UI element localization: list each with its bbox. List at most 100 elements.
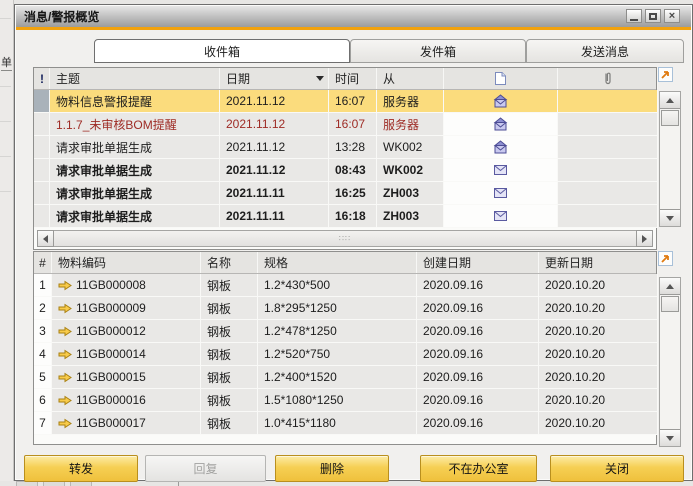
item-name-cell[interactable]: 钢板: [201, 320, 258, 343]
attachment-cell[interactable]: [558, 113, 658, 136]
subject-cell[interactable]: 请求审批单据生成: [50, 182, 220, 205]
message-state-cell[interactable]: [444, 90, 558, 113]
spec-cell[interactable]: 1.8*295*1250: [258, 297, 417, 320]
created-cell[interactable]: 2020.09.16: [417, 274, 539, 297]
col-header-item-code[interactable]: 物料编码: [52, 252, 201, 273]
item-name-cell[interactable]: 钢板: [201, 389, 258, 412]
spec-cell[interactable]: 1.2*520*750: [258, 343, 417, 366]
time-cell[interactable]: 13:28: [329, 136, 377, 159]
attachment-cell[interactable]: [558, 205, 658, 228]
link-arrow-icon[interactable]: [58, 418, 72, 429]
spec-cell[interactable]: 1.0*415*1180: [258, 412, 417, 435]
item-row[interactable]: 3 11GB000012 钢板 1.2*478*1250 2020.09.16 …: [34, 320, 656, 343]
inbox-row[interactable]: 请求审批单据生成 2021.11.11 16:25 ZH003: [34, 182, 656, 205]
inbox-row[interactable]: 物料信息警报提醒 2021.11.12 16:07 服务器: [34, 90, 656, 113]
col-header-item-name[interactable]: 名称: [201, 252, 258, 273]
message-state-cell[interactable]: [444, 113, 558, 136]
item-row[interactable]: 2 11GB000009 钢板 1.8*295*1250 2020.09.16 …: [34, 297, 656, 320]
col-header-date[interactable]: 日期: [220, 68, 329, 89]
item-code-cell[interactable]: 11GB000015: [52, 366, 201, 389]
item-row[interactable]: 7 11GB000017 钢板 1.0*415*1180 2020.09.16 …: [34, 412, 656, 435]
row-selector-cell[interactable]: [34, 182, 50, 205]
updated-cell[interactable]: 2020.10.20: [539, 412, 658, 435]
from-cell[interactable]: ZH003: [377, 205, 444, 228]
attachment-cell[interactable]: [558, 136, 658, 159]
from-cell[interactable]: ZH003: [377, 182, 444, 205]
attachment-cell[interactable]: [558, 90, 658, 113]
scroll-up-button[interactable]: [660, 92, 680, 109]
item-code-cell[interactable]: 11GB000016: [52, 389, 201, 412]
updated-cell[interactable]: 2020.10.20: [539, 343, 658, 366]
date-cell[interactable]: 2021.11.12: [220, 159, 329, 182]
inbox-row[interactable]: 请求审批单据生成 2021.11.12 08:43 WK002: [34, 159, 656, 182]
scrollbar-thumb[interactable]: [661, 110, 679, 126]
item-code-cell[interactable]: 11GB000009: [52, 297, 201, 320]
col-header-created[interactable]: 创建日期: [417, 252, 539, 273]
attachment-cell[interactable]: [558, 182, 658, 205]
inbox-row[interactable]: 1.1.7_未审核BOM提醒 2021.11.12 16:07 服务器: [34, 113, 656, 136]
reply-button[interactable]: 回复: [145, 455, 266, 482]
item-name-cell[interactable]: 钢板: [201, 366, 258, 389]
date-cell[interactable]: 2021.11.12: [220, 113, 329, 136]
link-arrow-icon[interactable]: [58, 349, 72, 360]
item-code-cell[interactable]: 11GB000008: [52, 274, 201, 297]
col-header-subject[interactable]: 主题: [50, 68, 220, 89]
message-state-cell[interactable]: [444, 205, 558, 228]
message-state-cell[interactable]: [444, 182, 558, 205]
row-selector-cell[interactable]: [34, 136, 50, 159]
scroll-up-button[interactable]: [660, 278, 680, 295]
spec-cell[interactable]: 1.2*478*1250: [258, 320, 417, 343]
item-code-cell[interactable]: 11GB000017: [52, 412, 201, 435]
row-selector-cell[interactable]: [34, 205, 50, 228]
spec-cell[interactable]: 1.2*400*1520: [258, 366, 417, 389]
time-cell[interactable]: 16:07: [329, 90, 377, 113]
item-row[interactable]: 6 11GB000016 钢板 1.5*1080*1250 2020.09.16…: [34, 389, 656, 412]
scroll-down-button[interactable]: [660, 429, 680, 446]
inbox-horizontal-scrollbar[interactable]: ∷∷: [37, 230, 653, 247]
maximize-button[interactable]: [645, 9, 661, 23]
item-name-cell[interactable]: 钢板: [201, 297, 258, 320]
tab-inbox[interactable]: 收件箱: [94, 39, 350, 63]
scroll-left-button[interactable]: [37, 230, 54, 247]
col-header-attachment[interactable]: [558, 68, 658, 89]
col-header-from[interactable]: 从: [377, 68, 444, 89]
scroll-down-button[interactable]: [660, 209, 680, 226]
col-header-updated[interactable]: 更新日期: [539, 252, 658, 273]
from-cell[interactable]: 服务器: [377, 113, 444, 136]
created-cell[interactable]: 2020.09.16: [417, 297, 539, 320]
subject-cell[interactable]: 物料信息警报提醒: [50, 90, 220, 113]
item-row[interactable]: 4 11GB000014 钢板 1.2*520*750 2020.09.16 2…: [34, 343, 656, 366]
out-of-office-button[interactable]: 不在办公室: [420, 455, 537, 482]
date-cell[interactable]: 2021.11.11: [220, 205, 329, 228]
created-cell[interactable]: 2020.09.16: [417, 343, 539, 366]
link-arrow-icon[interactable]: [58, 395, 72, 406]
row-selector-cell[interactable]: [34, 113, 50, 136]
time-cell[interactable]: 16:18: [329, 205, 377, 228]
date-cell[interactable]: 2021.11.11: [220, 182, 329, 205]
item-row[interactable]: 5 11GB000015 钢板 1.2*400*1520 2020.09.16 …: [34, 366, 656, 389]
from-cell[interactable]: WK002: [377, 136, 444, 159]
subject-cell[interactable]: 请求审批单据生成: [50, 136, 220, 159]
scrollbar-thumb[interactable]: ∷∷: [54, 230, 636, 247]
updated-cell[interactable]: 2020.10.20: [539, 274, 658, 297]
subject-cell[interactable]: 请求审批单据生成: [50, 205, 220, 228]
col-header-index[interactable]: #: [34, 252, 52, 273]
date-cell[interactable]: 2021.11.12: [220, 90, 329, 113]
created-cell[interactable]: 2020.09.16: [417, 366, 539, 389]
inbox-expand-button[interactable]: [658, 67, 673, 82]
updated-cell[interactable]: 2020.10.20: [539, 366, 658, 389]
item-name-cell[interactable]: 钢板: [201, 412, 258, 435]
subject-cell[interactable]: 1.1.7_未审核BOM提醒: [50, 113, 220, 136]
inbox-vertical-scrollbar[interactable]: [659, 91, 681, 227]
message-state-cell[interactable]: [444, 159, 558, 182]
forward-button[interactable]: 转发: [24, 455, 138, 482]
from-cell[interactable]: WK002: [377, 159, 444, 182]
row-selector-cell[interactable]: [34, 159, 50, 182]
tab-send-message[interactable]: 发送消息: [526, 39, 684, 63]
updated-cell[interactable]: 2020.10.20: [539, 320, 658, 343]
spec-cell[interactable]: 1.2*430*500: [258, 274, 417, 297]
col-header-time[interactable]: 时间: [329, 68, 377, 89]
items-expand-button[interactable]: [658, 251, 673, 266]
title-bar[interactable]: 消息/警报概览 ×: [16, 6, 691, 27]
close-button[interactable]: 关闭: [550, 455, 684, 482]
